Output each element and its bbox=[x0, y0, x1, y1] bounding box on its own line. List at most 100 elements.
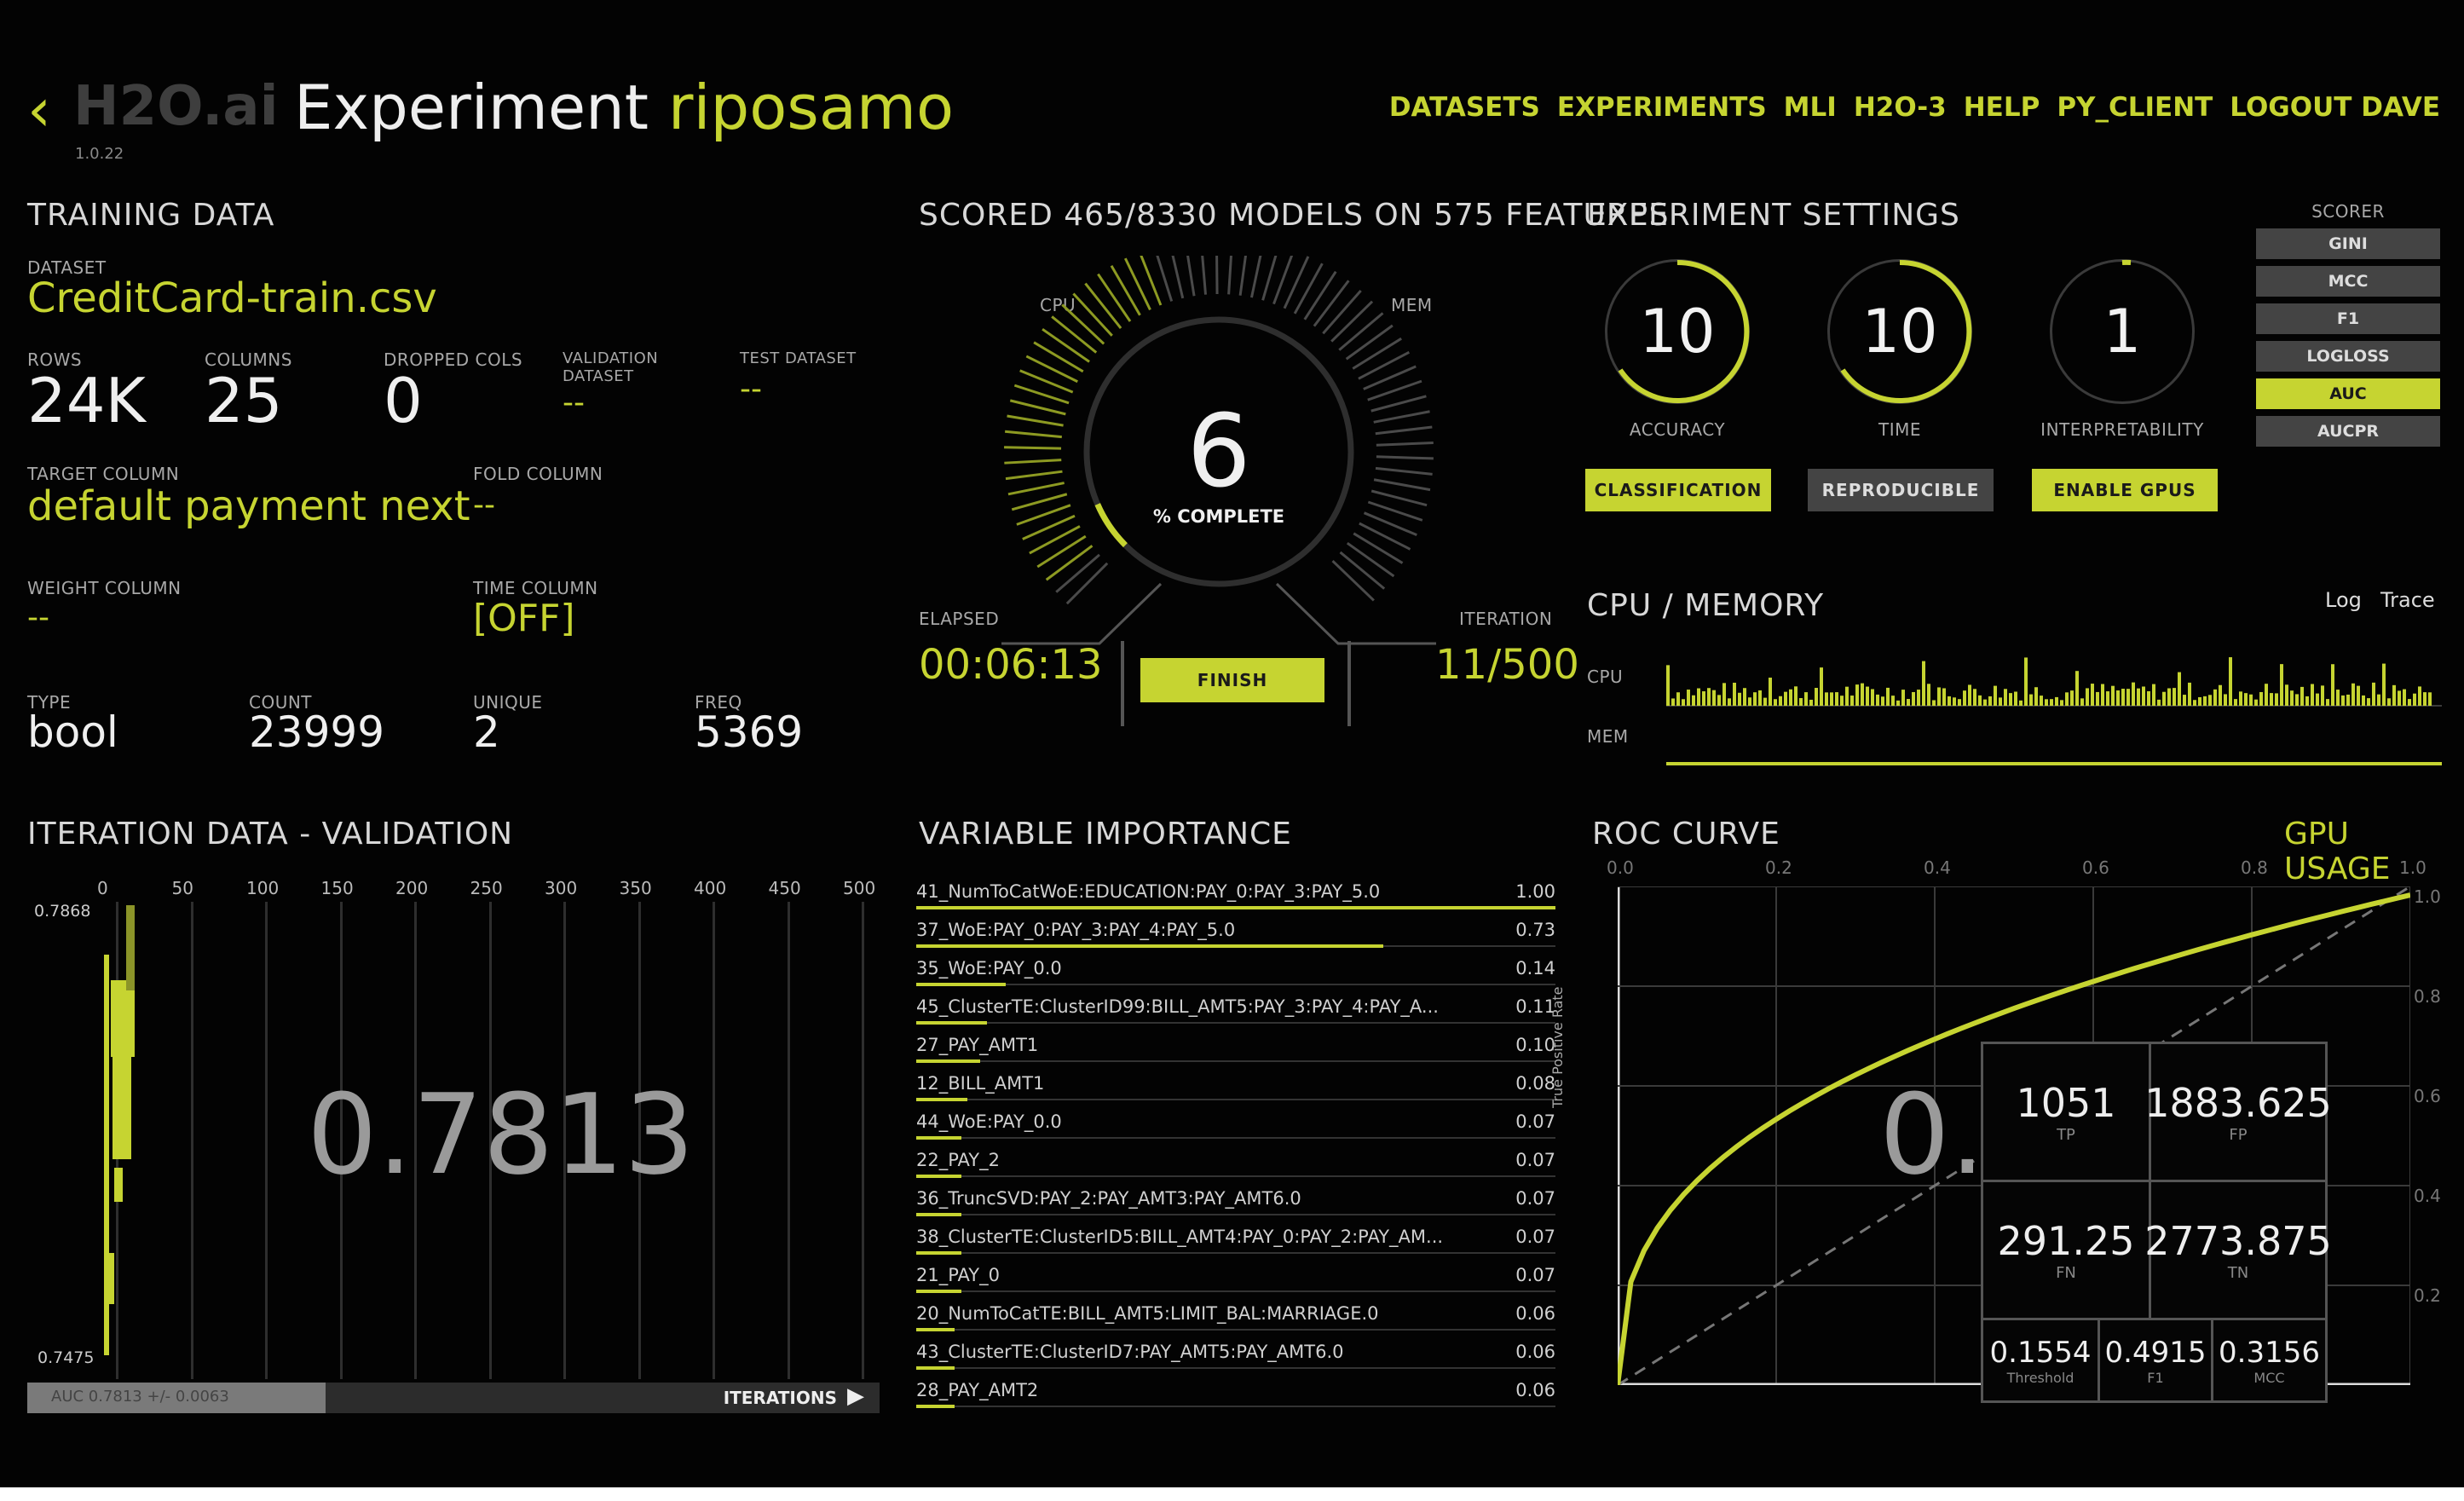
variable-name: 43_ClusterTE:ClusterID7:PAY_AMT5:PAY_AMT… bbox=[916, 1342, 1344, 1362]
target-column-value[interactable]: default payment next bbox=[27, 482, 470, 530]
iteration-grid-line bbox=[713, 902, 715, 1379]
cpu-bar bbox=[2423, 692, 2426, 706]
variable-importance-bar bbox=[916, 1328, 955, 1331]
validation-value[interactable]: -- bbox=[563, 385, 585, 420]
cpu-bar bbox=[2040, 696, 2043, 706]
variable-importance-row[interactable]: 20_NumToCatTE:BILL_AMT5:LIMIT_BAL:MARRIA… bbox=[916, 1300, 1555, 1337]
cpu-bar bbox=[2060, 700, 2063, 706]
accuracy-dial[interactable]: 10 bbox=[1605, 259, 1750, 404]
variable-importance-row[interactable]: 36_TruncSVD:PAY_2:PAY_AMT3:PAY_AMT6.0 0.0… bbox=[916, 1185, 1555, 1222]
variable-importance-row[interactable]: 37_WoE:PAY_0:PAY_3:PAY_4:PAY_5.0 0.73 bbox=[916, 916, 1555, 954]
variable-importance-row[interactable]: 12_BILL_AMT1 0.08 bbox=[916, 1070, 1555, 1107]
cpu-bar bbox=[1978, 695, 1982, 706]
accuracy-label: ACCURACY bbox=[1629, 419, 1726, 440]
variable-importance-row[interactable]: 45_ClusterTE:ClusterID99:BILL_AMT5:PAY_3… bbox=[916, 993, 1555, 1030]
cpu-bar bbox=[1912, 691, 1915, 706]
variable-importance-row[interactable]: 38_ClusterTE:ClusterID5:BILL_AMT4:PAY_0:… bbox=[916, 1223, 1555, 1261]
cpu-bar bbox=[1896, 700, 1900, 706]
variable-importance-row[interactable]: 22_PAY_2 0.07 bbox=[916, 1146, 1555, 1184]
cpu-bar bbox=[2029, 694, 2033, 706]
variable-importance-bar bbox=[916, 1175, 961, 1178]
cpu-bar bbox=[2254, 699, 2258, 706]
variable-importance-row[interactable]: 41_NumToCatWoE:EDUCATION:PAY_0:PAY_3:PAY… bbox=[916, 878, 1555, 915]
nav-help[interactable]: HELP bbox=[1964, 92, 2040, 123]
cpu-bar bbox=[1712, 690, 1716, 706]
variable-name: 22_PAY_2 bbox=[916, 1150, 1000, 1170]
trace-toggle[interactable]: Trace bbox=[2380, 588, 2435, 612]
gauge-tick bbox=[1061, 303, 1105, 345]
variable-importance-row[interactable]: 28_PAY_AMT2 0.06 bbox=[916, 1377, 1555, 1414]
cpu-bar bbox=[2316, 693, 2319, 706]
cpu-bar bbox=[2034, 687, 2038, 706]
time-dial[interactable]: 10 bbox=[1827, 259, 1972, 404]
scorer-f1-button[interactable]: F1 bbox=[2256, 303, 2440, 334]
cpu-bar bbox=[1876, 694, 1879, 706]
nav-logout[interactable]: LOGOUT DAVE bbox=[2230, 92, 2440, 123]
variable-importance-row[interactable]: 44_WoE:PAY_0.0 0.07 bbox=[916, 1108, 1555, 1146]
variable-importance-bar bbox=[916, 1059, 980, 1063]
nav-datasets[interactable]: DATASETS bbox=[1389, 92, 1540, 123]
log-toggle[interactable]: Log bbox=[2325, 588, 2362, 612]
rows-value: 24K bbox=[27, 365, 146, 436]
scorer-mcc-button[interactable]: MCC bbox=[2256, 266, 2440, 297]
cpu-bar bbox=[2213, 689, 2217, 706]
variable-importance-bar bbox=[916, 1021, 987, 1025]
classification-button[interactable]: CLASSIFICATION bbox=[1585, 469, 1771, 511]
cpu-bar bbox=[1769, 678, 1772, 706]
scorer-auc-button[interactable]: AUC bbox=[2256, 378, 2440, 409]
cpu-bar bbox=[2275, 693, 2278, 706]
gauge-tick bbox=[1313, 280, 1350, 327]
elapsed-connector bbox=[1001, 582, 1163, 645]
variable-importance-row[interactable]: 35_WoE:PAY_0.0 0.14 bbox=[916, 955, 1555, 992]
test-dataset-value[interactable]: -- bbox=[740, 372, 762, 407]
scorer-logloss-button[interactable]: LOGLOSS bbox=[2256, 341, 2440, 372]
time-column-value[interactable]: [OFF] bbox=[473, 597, 575, 640]
variable-importance-track bbox=[916, 1406, 1555, 1407]
finish-button[interactable]: FINISH bbox=[1140, 658, 1324, 702]
target-column-label: TARGET COLUMN bbox=[27, 464, 180, 484]
cpu-bar bbox=[1845, 686, 1849, 706]
scorer-gini-button[interactable]: GINI bbox=[2256, 228, 2440, 259]
weight-column-value[interactable]: -- bbox=[27, 600, 49, 635]
h2o-logo[interactable]: H2O.ai bbox=[73, 75, 279, 138]
variable-importance-row[interactable]: 43_ClusterTE:ClusterID7:PAY_AMT5:PAY_AMT… bbox=[916, 1338, 1555, 1376]
nav-h2o-3[interactable]: H2O-3 bbox=[1854, 92, 1947, 123]
gauge-tick bbox=[1373, 478, 1431, 492]
nav-experiments[interactable]: EXPERIMENTS bbox=[1557, 92, 1767, 123]
play-icon[interactable]: ▶ bbox=[847, 1383, 864, 1409]
iteration-cluster-2 bbox=[113, 1057, 131, 1159]
reproducible-button[interactable]: REPRODUCIBLE bbox=[1808, 469, 1994, 511]
enable-gpus-button[interactable]: ENABLE GPUS bbox=[2032, 469, 2218, 511]
roc-y-tick: 0.2 bbox=[2414, 1285, 2441, 1306]
iteration-data-header: ITERATION DATA - VALIDATION bbox=[27, 817, 514, 852]
nav-py-client[interactable]: PY_CLIENT bbox=[2057, 92, 2213, 123]
experiment-name[interactable]: riposamo bbox=[668, 72, 954, 143]
cpu-bar bbox=[1820, 667, 1823, 706]
cpu-bar bbox=[1707, 688, 1711, 706]
cpu-bar bbox=[1994, 685, 1997, 706]
cpu-bar bbox=[2285, 684, 2288, 706]
gauge-tick bbox=[1055, 553, 1100, 593]
cpu-bar bbox=[1881, 696, 1884, 706]
cpu-bar bbox=[2121, 689, 2125, 706]
variable-importance-bar bbox=[916, 1098, 967, 1101]
roc-y-tick: 0.6 bbox=[2414, 1086, 2441, 1106]
nav-mli[interactable]: MLI bbox=[1784, 92, 1837, 123]
variable-importance-bar bbox=[916, 1213, 961, 1216]
cpu-bar bbox=[2305, 696, 2309, 706]
gpu-usage-tab[interactable]: GPU USAGE bbox=[2284, 817, 2464, 886]
variable-importance-row[interactable]: 27_PAY_AMT1 0.10 bbox=[916, 1031, 1555, 1069]
interpretability-dial[interactable]: 1 bbox=[2050, 259, 2195, 404]
variable-importance-row[interactable]: 21_PAY_0 0.07 bbox=[916, 1261, 1555, 1299]
scorer-aucpr-button[interactable]: AUCPR bbox=[2256, 416, 2440, 447]
cpu-bar bbox=[1809, 699, 1813, 706]
dataset-name[interactable]: CreditCard-train.csv bbox=[27, 274, 437, 322]
gauge-tick bbox=[1358, 350, 1411, 380]
interpretability-label: INTERPRETABILITY bbox=[2040, 419, 2204, 440]
back-chevron-icon[interactable]: ‹ bbox=[27, 75, 51, 145]
iteration-cluster-1 bbox=[111, 980, 135, 1057]
iteration-x-tick: 300 bbox=[545, 878, 578, 898]
fold-column-value[interactable]: -- bbox=[473, 488, 495, 522]
elapsed-value: 00:06:13 bbox=[919, 641, 1103, 689]
dropped-cols-value[interactable]: 0 bbox=[384, 365, 423, 436]
